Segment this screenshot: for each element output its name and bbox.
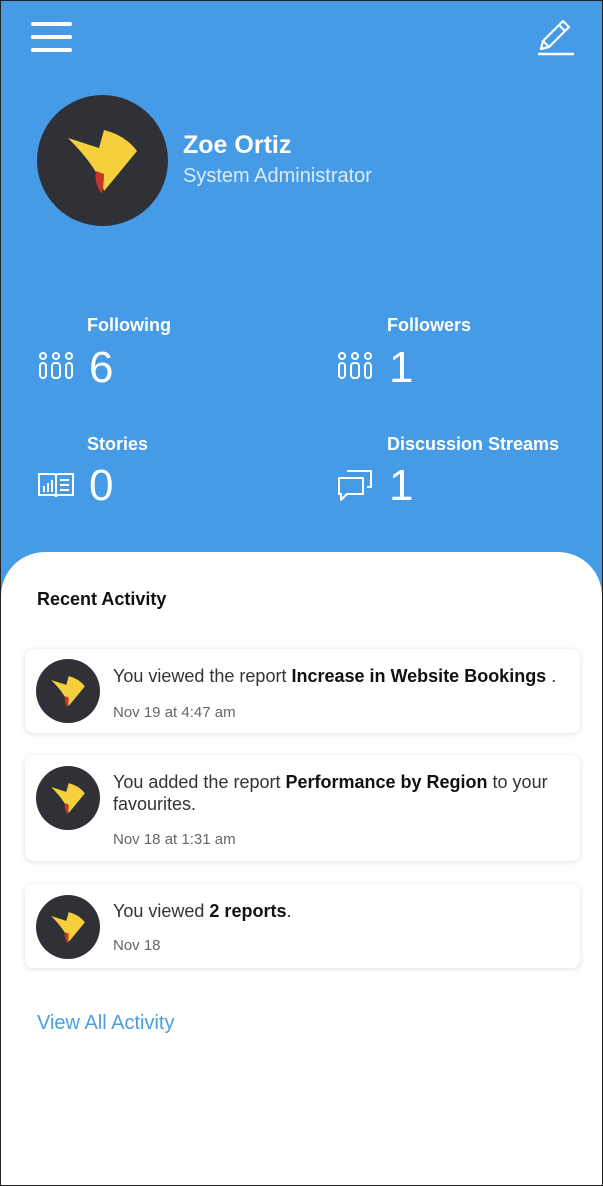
view-all-activity-link[interactable]: View All Activity [37, 1012, 174, 1035]
stat-following-value: 6 [89, 343, 114, 392]
people-icon [38, 351, 74, 386]
activity-message: You added the report Performance by Regi… [113, 772, 548, 814]
activity-card[interactable]: You viewed the report Increase in Websit… [25, 649, 580, 733]
activity-report-link[interactable]: Increase in Website Bookings [291, 666, 546, 686]
activity-avatar [36, 659, 100, 723]
edit-profile-button[interactable] [533, 15, 575, 59]
stat-followers-value: 1 [389, 343, 414, 392]
activity-message: You viewed the report Increase in Websit… [113, 666, 557, 686]
stat-stories-value: 0 [89, 461, 114, 510]
yellowfin-logo-icon [51, 783, 85, 815]
profile-avatar [37, 95, 168, 226]
activity-report-link[interactable]: Performance by Region [285, 772, 487, 792]
activity-timestamp: Nov 19 at 4:47 am [113, 704, 236, 721]
activity-report-link[interactable]: 2 reports [209, 901, 286, 921]
pencil-icon [537, 19, 575, 56]
activity-message: You viewed 2 reports. [113, 901, 292, 921]
activity-avatar [36, 895, 100, 959]
yellowfin-logo-icon [51, 676, 85, 708]
activity-avatar [36, 766, 100, 830]
activity-card[interactable]: You viewed 2 reports. Nov 18 [25, 884, 580, 968]
activity-card[interactable]: You added the report Performance by Regi… [25, 755, 580, 861]
profile-hero: Zoe Ortiz System Administrator Following… [1, 1, 602, 601]
people-icon [337, 351, 373, 386]
profile-role: System Administrator [183, 165, 372, 187]
hamburger-menu-icon [31, 22, 72, 52]
app-screen: Zoe Ortiz System Administrator Following… [0, 0, 603, 1186]
stat-discussion-value: 1 [389, 461, 414, 510]
activity-timestamp: Nov 18 at 1:31 am [113, 831, 236, 848]
activity-timestamp: Nov 18 [113, 937, 161, 954]
activity-sheet [1, 552, 602, 1185]
menu-button[interactable] [31, 19, 75, 55]
stat-following-label: Following [87, 315, 171, 335]
stat-stories-label: Stories [87, 434, 149, 454]
yellowfin-logo-icon [68, 130, 137, 194]
profile-name: Zoe Ortiz [183, 131, 292, 159]
book-chart-icon [38, 471, 74, 504]
stat-discussion-label: Discussion Streams [387, 434, 560, 454]
stat-followers-label: Followers [387, 315, 472, 335]
yellowfin-logo-icon [51, 912, 85, 944]
recent-activity-title: Recent Activity [37, 589, 167, 609]
chat-bubbles-icon [337, 469, 373, 508]
